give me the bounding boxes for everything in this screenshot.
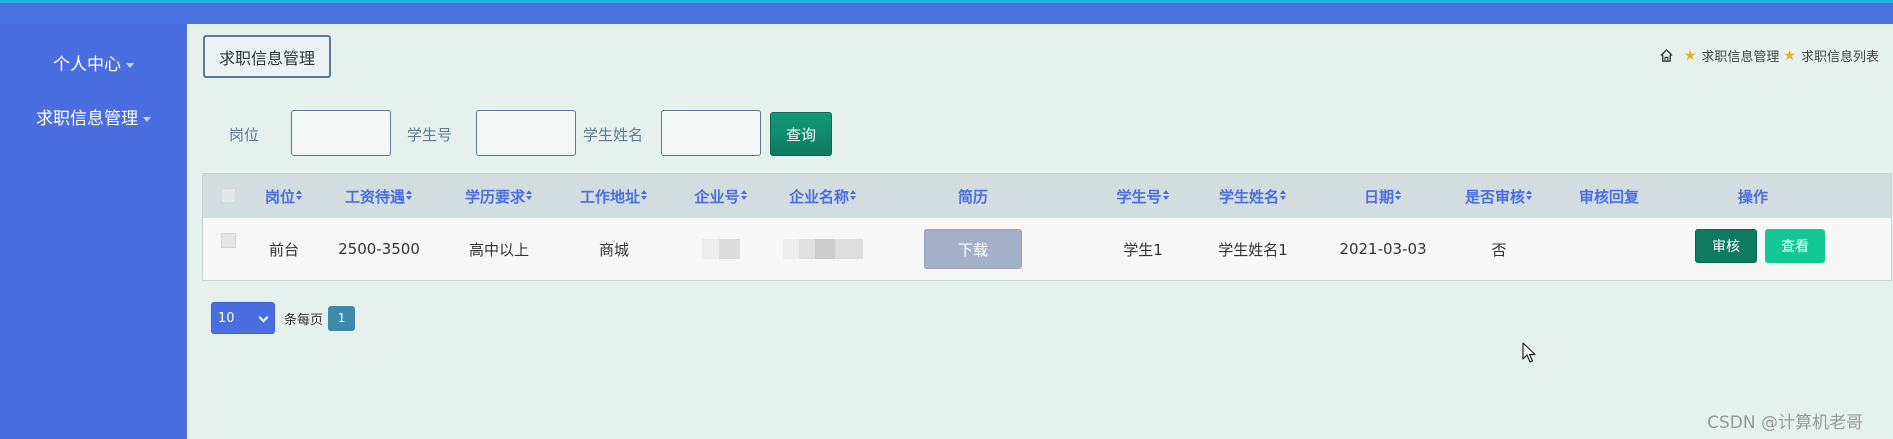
download-resume-button[interactable]: 下载: [924, 229, 1022, 269]
breadcrumb: ★ 求职信息管理 ★ 求职信息列表: [1659, 46, 1879, 65]
column-header-company-name[interactable]: 企业名称: [773, 174, 873, 218]
page-size-select[interactable]: 10: [211, 302, 275, 334]
sidebar-item-personal-center[interactable]: 个人中心: [0, 50, 187, 75]
column-header-resume: 简历: [957, 187, 988, 206]
sidebar-item-label: 求职信息管理: [36, 109, 138, 129]
row-checkbox[interactable]: [221, 233, 236, 248]
post-label: 岗位: [229, 126, 260, 144]
column-header-audited[interactable]: 是否审核: [1449, 174, 1549, 218]
home-icon[interactable]: [1659, 48, 1674, 63]
sidebar-item-label: 个人中心: [53, 55, 121, 75]
column-header-education[interactable]: 学历要求: [449, 174, 549, 218]
cell-company-name: [773, 218, 873, 280]
cell-resume: 下载: [923, 218, 1023, 280]
cell-student-no: 学生1: [1123, 240, 1163, 259]
page-title-button[interactable]: 求职信息管理: [203, 35, 331, 78]
job-info-table: 岗位 工资待遇 学历要求 工作地址 企业号 企业名称 简历 学生号 学生姓名 日…: [202, 173, 1892, 281]
sort-icon: [296, 190, 303, 202]
top-bar: [0, 0, 1893, 24]
student-name-input[interactable]: [661, 110, 761, 156]
watermark: CSDN @计算机老哥: [1707, 413, 1863, 433]
cell-student-name: 学生姓名1: [1218, 240, 1288, 259]
blurred-company-no: [702, 239, 740, 259]
post-input[interactable]: [291, 110, 391, 156]
column-header-student-name[interactable]: 学生姓名: [1203, 174, 1303, 218]
star-icon: ★: [1783, 47, 1796, 64]
column-header-date[interactable]: 日期: [1333, 174, 1433, 218]
column-header-audit-reply: 审核回复: [1578, 187, 1639, 206]
chevron-down-icon: [258, 312, 269, 323]
cell-address: 商城: [598, 240, 629, 259]
column-header-company-no[interactable]: 企业号: [681, 174, 761, 218]
table-header: 岗位 工资待遇 学历要求 工作地址 企业号 企业名称 简历 学生号 学生姓名 日…: [203, 174, 1891, 218]
cell-salary: 2500-3500: [338, 240, 420, 258]
cell-audit-reply: [1559, 218, 1659, 280]
breadcrumb-item[interactable]: 求职信息管理: [1701, 46, 1779, 65]
caret-down-icon: [143, 116, 151, 122]
sort-icon: [1280, 190, 1287, 202]
cell-audited: 否: [1491, 240, 1507, 259]
sort-icon: [1526, 190, 1533, 202]
audit-button[interactable]: 审核: [1695, 229, 1757, 263]
column-header-actions: 操作: [1737, 187, 1768, 206]
cell-date: 2021-03-03: [1339, 240, 1427, 258]
sort-icon: [1162, 190, 1170, 202]
sort-icon: [740, 190, 748, 202]
blurred-company-name: [783, 239, 863, 259]
page-number-button[interactable]: 1: [328, 305, 356, 331]
search-form: 岗位 学生号 学生姓名 查询: [187, 110, 887, 156]
mouse-cursor-icon: [1522, 342, 1536, 363]
column-header-address[interactable]: 工作地址: [559, 174, 669, 218]
student-no-input[interactable]: [476, 110, 576, 156]
column-header-post[interactable]: 岗位: [257, 174, 311, 218]
sort-icon: [1395, 190, 1402, 202]
sidebar: 个人中心 求职信息管理: [0, 24, 187, 439]
caret-down-icon: [126, 62, 134, 68]
sort-icon: [641, 190, 648, 202]
sort-icon: [406, 190, 413, 202]
student-no-label: 学生号: [407, 126, 453, 144]
per-page-label: 条每页: [284, 312, 324, 328]
sort-icon: [526, 190, 533, 202]
student-name-label: 学生姓名: [583, 126, 644, 144]
view-button[interactable]: 查看: [1765, 229, 1825, 263]
breadcrumb-item: 求职信息列表: [1800, 50, 1879, 65]
pagination: 10 条每页 1: [211, 302, 356, 334]
query-button[interactable]: 查询: [770, 112, 832, 156]
table-row: 前台 2500-3500 高中以上 商城 下载 学生1 学生姓名1 2021-0…: [203, 218, 1891, 280]
column-header-salary[interactable]: 工资待遇: [323, 174, 435, 218]
sort-icon: [850, 190, 857, 202]
cell-education: 高中以上: [468, 240, 529, 259]
cell-post: 前台: [268, 240, 299, 259]
select-all-checkbox[interactable]: [221, 188, 236, 203]
cell-company-no: [681, 218, 761, 280]
main-content: 求职信息管理 ★ 求职信息管理 ★ 求职信息列表 岗位 学生号 学生姓名 查询 …: [187, 24, 1893, 439]
star-icon: ★: [1683, 47, 1697, 64]
page-size-value: 10: [218, 310, 235, 326]
sidebar-item-job-info[interactable]: 求职信息管理: [0, 104, 187, 129]
column-header-student-no[interactable]: 学生号: [1103, 174, 1183, 218]
